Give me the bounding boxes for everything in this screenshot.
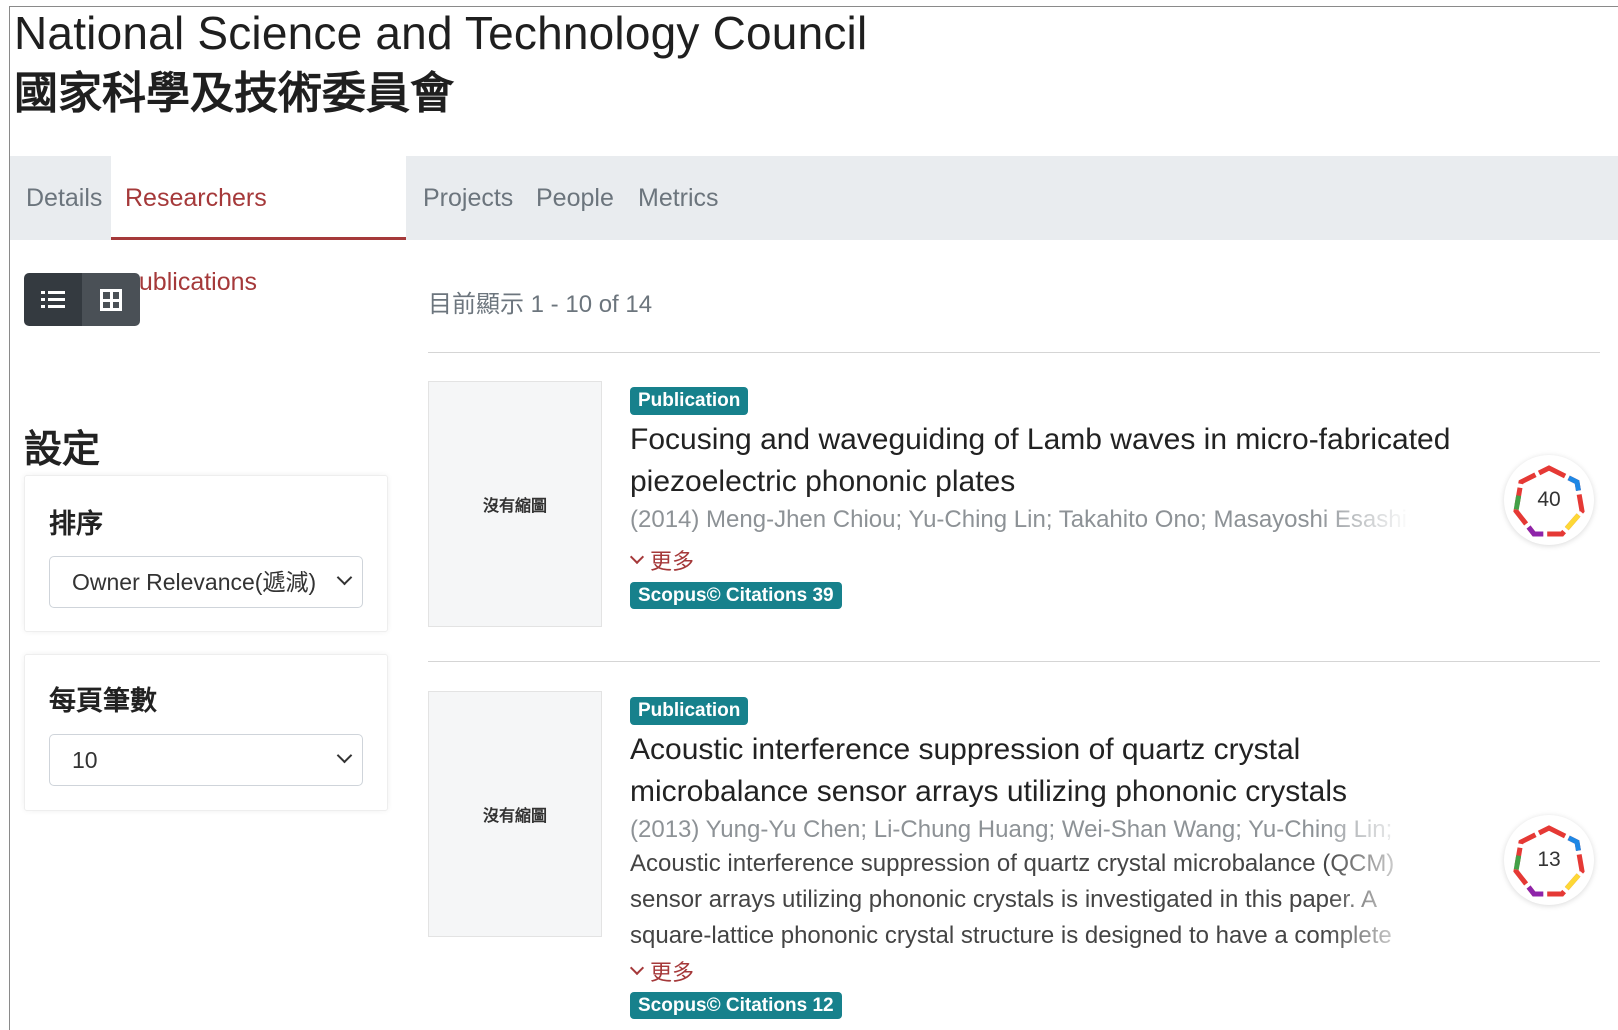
abstract: Acoustic interference suppression of qua… <box>630 846 1420 960</box>
results-count: 目前顯示 1 - 10 of 14 <box>428 291 653 318</box>
more-toggle[interactable]: 更多 <box>629 955 695 987</box>
scopus-citations-badge[interactable]: Scopus© Citations 12 <box>630 992 842 1019</box>
divider <box>428 352 1600 353</box>
more-toggle[interactable]: 更多 <box>629 544 695 576</box>
sort-label: 排序 <box>49 509 103 540</box>
more-label: 更多 <box>650 961 695 986</box>
title-line: piezoelectric phononic plates <box>630 465 1016 498</box>
sort-select[interactable]: Owner Relevance(遞減) <box>49 556 363 608</box>
title-line: Acoustic interference suppression of qua… <box>630 733 1301 766</box>
thumbnail-placeholder[interactable]: 沒有縮圖 <box>428 691 602 937</box>
authors: (2013) Yung-Yu Chen; Li-Chung Huang; Wei… <box>630 816 1393 843</box>
per-page-select-value: 10 <box>72 747 98 773</box>
metric-score: 40 <box>1537 488 1561 511</box>
sort-select-value: Owner Relevance(遞減) <box>72 569 317 595</box>
type-badge: Publication <box>630 697 749 725</box>
page-title-zh: 國家科學及技術委員會 <box>14 68 454 119</box>
view-toggle <box>24 273 140 326</box>
sort-panel: 排序 Owner Relevance(遞減) <box>24 475 388 632</box>
chevron-down-icon <box>336 569 353 586</box>
more-label: 更多 <box>650 550 695 575</box>
altmetric-badge[interactable]: 40 <box>1504 455 1594 545</box>
authors: (2014) Meng-Jhen Chiou; Yu-Ching Lin; Ta… <box>630 506 1410 533</box>
chevron-down-icon <box>629 549 645 565</box>
tab-details[interactable]: Details <box>12 156 116 240</box>
tab-researchers-publications[interactable]: Researchers publications <box>111 156 406 296</box>
tab-projects[interactable]: Projects <box>409 156 527 240</box>
publication-title-link[interactable]: Acoustic interference suppression of qua… <box>630 729 1470 813</box>
tab-people[interactable]: People <box>522 156 628 240</box>
grid-icon <box>100 288 122 311</box>
per-page-label: 每頁筆數 <box>49 686 157 717</box>
thumbnail-placeholder[interactable]: 沒有縮圖 <box>428 381 602 627</box>
altmetric-badge[interactable]: 13 <box>1504 815 1594 905</box>
chevron-down-icon <box>336 747 353 764</box>
per-page-panel: 每頁筆數 10 <box>24 654 388 811</box>
list-icon <box>41 290 65 310</box>
tab-metrics[interactable]: Metrics <box>624 156 733 240</box>
metric-score: 13 <box>1537 848 1561 871</box>
divider <box>428 661 1600 662</box>
chevron-down-icon <box>629 960 645 976</box>
per-page-select[interactable]: 10 <box>49 734 363 786</box>
page-title-en: National Science and Technology Council <box>14 7 868 59</box>
abstract-text: Acoustic interference suppression of qua… <box>630 850 1395 949</box>
settings-title: 設定 <box>24 427 101 471</box>
title-line: microbalance sensor arrays utilizing pho… <box>630 775 1347 808</box>
scopus-citations-badge[interactable]: Scopus© Citations 39 <box>630 582 842 609</box>
grid-view-button[interactable] <box>82 273 140 326</box>
publication-title-link[interactable]: Focusing and waveguiding of Lamb waves i… <box>630 419 1470 503</box>
title-line: Focusing and waveguiding of Lamb waves i… <box>630 423 1451 456</box>
page-header: National Science and Technology Council … <box>14 10 867 116</box>
type-badge: Publication <box>630 387 749 415</box>
list-view-button[interactable] <box>24 273 82 326</box>
tab-bar: Details Researchers publications Project… <box>10 156 1618 296</box>
